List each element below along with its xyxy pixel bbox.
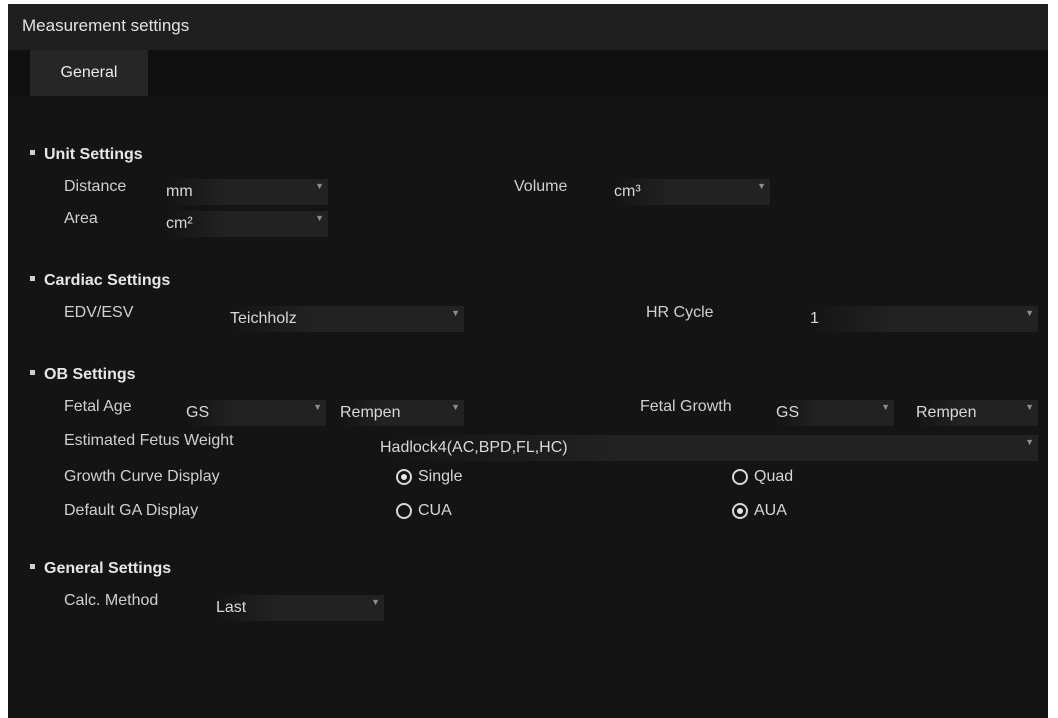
- settings-panel: Unit Settings Distance mm ▼ Area cm² ▼ V…: [8, 96, 1048, 718]
- edv-esv-dropdown[interactable]: Teichholz ▼: [230, 306, 464, 332]
- bullet-icon: [30, 370, 35, 376]
- volume-dropdown[interactable]: cm³ ▼: [614, 179, 770, 205]
- chevron-down-icon: ▼: [1025, 437, 1034, 447]
- hr-cycle-value: 1: [810, 310, 819, 327]
- chevron-down-icon: ▼: [1025, 308, 1034, 318]
- section-unit-settings: Unit Settings: [30, 146, 143, 164]
- distance-value: mm: [166, 183, 193, 200]
- radio-cua-label: CUA: [418, 502, 452, 519]
- chevron-down-icon: ▼: [451, 308, 460, 318]
- hr-cycle-dropdown[interactable]: 1 ▼: [810, 306, 1038, 332]
- fetal-growth-item-value: GS: [776, 404, 800, 421]
- chevron-down-icon: ▼: [1025, 402, 1034, 412]
- measurement-settings-window: Measurement settings General Unit Settin…: [8, 4, 1048, 718]
- radio-selected-icon: [396, 469, 412, 485]
- section-title-label: OB Settings: [44, 366, 136, 383]
- chevron-down-icon: ▼: [451, 402, 460, 412]
- chevron-down-icon: ▼: [371, 597, 380, 607]
- fetal-growth-label: Fetal Growth: [640, 398, 732, 415]
- distance-label: Distance: [64, 178, 127, 195]
- fetal-age-item-dropdown[interactable]: GS ▼: [186, 400, 326, 426]
- bullet-icon: [30, 276, 35, 282]
- chevron-down-icon: ▼: [757, 181, 766, 191]
- calc-method-dropdown[interactable]: Last ▼: [216, 595, 384, 621]
- section-general-settings: General Settings: [30, 560, 171, 578]
- estimated-fetus-weight-value: Hadlock4(AC,BPD,FL,HC): [380, 439, 568, 456]
- area-value: cm²: [166, 215, 193, 232]
- hr-cycle-label: HR Cycle: [646, 304, 714, 321]
- fetal-age-method-dropdown[interactable]: Rempen ▼: [340, 400, 464, 426]
- radio-quad-label: Quad: [754, 468, 794, 485]
- section-title-label: Unit Settings: [44, 146, 143, 163]
- section-ob-settings: OB Settings: [30, 366, 136, 384]
- chevron-down-icon: ▼: [315, 213, 324, 223]
- tab-general[interactable]: General: [30, 50, 148, 96]
- chevron-down-icon: ▼: [313, 402, 322, 412]
- default-ga-display-label: Default GA Display: [64, 502, 199, 519]
- fetal-growth-method-dropdown[interactable]: Rempen ▼: [916, 400, 1038, 426]
- section-title-label: General Settings: [44, 560, 172, 577]
- radio-quad[interactable]: Quad: [732, 468, 793, 486]
- distance-dropdown[interactable]: mm ▼: [166, 179, 328, 205]
- tab-strip: General: [8, 50, 1048, 96]
- fetal-growth-method-value: Rempen: [916, 404, 977, 421]
- volume-value: cm³: [614, 183, 641, 200]
- fetal-age-label: Fetal Age: [64, 398, 132, 415]
- radio-single-label: Single: [418, 468, 463, 485]
- fetal-growth-item-dropdown[interactable]: GS ▼: [776, 400, 894, 426]
- radio-aua-label: AUA: [754, 502, 787, 519]
- calc-method-value: Last: [216, 599, 247, 616]
- bullet-icon: [30, 564, 35, 570]
- fetal-age-item-value: GS: [186, 404, 210, 421]
- edv-esv-value: Teichholz: [230, 310, 297, 327]
- growth-curve-display-label: Growth Curve Display: [64, 468, 220, 485]
- section-cardiac-settings: Cardiac Settings: [30, 272, 170, 290]
- radio-single[interactable]: Single: [396, 468, 462, 486]
- area-dropdown[interactable]: cm² ▼: [166, 211, 328, 237]
- estimated-fetus-weight-dropdown[interactable]: Hadlock4(AC,BPD,FL,HC) ▼: [380, 435, 1038, 461]
- radio-cua[interactable]: CUA: [396, 502, 452, 520]
- chevron-down-icon: ▼: [881, 402, 890, 412]
- chevron-down-icon: ▼: [315, 181, 324, 191]
- section-title-label: Cardiac Settings: [44, 272, 171, 289]
- estimated-fetus-weight-label: Estimated Fetus Weight: [64, 432, 234, 449]
- calc-method-label: Calc. Method: [64, 592, 159, 609]
- radio-aua[interactable]: AUA: [732, 502, 787, 520]
- edv-esv-label: EDV/ESV: [64, 304, 134, 321]
- radio-unselected-icon: [732, 469, 748, 485]
- volume-label: Volume: [514, 178, 568, 195]
- window-title: Measurement settings: [22, 16, 190, 35]
- radio-selected-icon: [732, 503, 748, 519]
- title-bar: Measurement settings: [8, 4, 1048, 50]
- radio-unselected-icon: [396, 503, 412, 519]
- area-label: Area: [64, 210, 98, 227]
- fetal-age-method-value: Rempen: [340, 404, 401, 421]
- bullet-icon: [30, 150, 35, 156]
